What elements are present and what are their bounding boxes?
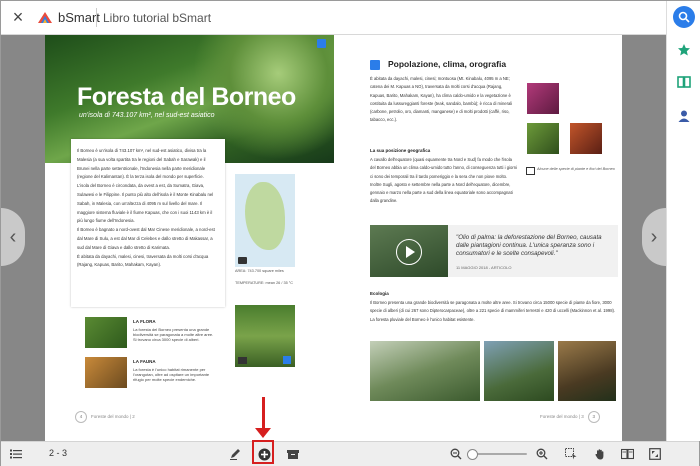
annotation-arrow-head bbox=[255, 428, 271, 438]
next-page-button[interactable]: › bbox=[642, 208, 666, 266]
resources-button[interactable] bbox=[285, 446, 301, 462]
bsmart-logo bbox=[38, 12, 52, 23]
page-footer: Foreste del mondo | 33 bbox=[540, 411, 600, 423]
flora-item: LA FLORA La foresta del Borneo presenta … bbox=[71, 317, 225, 357]
page-number: 3 bbox=[587, 411, 600, 423]
paragraph: L'isola del Borneo è circondata, da oves… bbox=[77, 183, 214, 224]
favorites-button[interactable] bbox=[673, 39, 695, 61]
pen-button[interactable] bbox=[227, 446, 243, 462]
previous-page-button[interactable]: ‹ bbox=[1, 208, 25, 266]
zoom-in-button[interactable] bbox=[534, 446, 550, 462]
intro-text-box: Il Borneo è un'isola di 743.107 km², nel… bbox=[71, 139, 225, 307]
annotation-arrow bbox=[262, 397, 265, 431]
chevron-left-icon: ‹ bbox=[9, 225, 17, 248]
book-title: Libro tutorial bSmart bbox=[103, 11, 212, 25]
left-page: Foresta del Borneo un'isola di 743.107 k… bbox=[45, 35, 334, 441]
right-page: Popolazione, clima, orografia È abitata … bbox=[334, 35, 622, 441]
fauna-image bbox=[85, 357, 127, 388]
quote-text: "Olio di palma: la deforestazione del Bo… bbox=[456, 234, 602, 258]
subheading-geography: La sua posizione geografica bbox=[370, 148, 431, 153]
annotation-highlight bbox=[252, 440, 274, 464]
zoom-in-icon bbox=[536, 448, 548, 460]
page-footer: 4 Foreste del mondo | 2 bbox=[75, 411, 135, 423]
quote-date: 11 MAGGIO 2018 - ARTICOLO bbox=[456, 265, 512, 270]
top-bar: × bSmart Libro tutorial bSmart bbox=[1, 1, 666, 35]
star-icon bbox=[678, 44, 690, 56]
close-icon[interactable]: × bbox=[9, 8, 27, 26]
paragraph: Il Borneo è un'isola di 743.107 km², nel… bbox=[77, 148, 207, 180]
flora-fauna-section: LA FLORA La foresta del Borneo presenta … bbox=[71, 317, 225, 397]
page-number: 4 bbox=[75, 411, 87, 423]
paragraph: È abitata da dayachi, malesi, cinesi, tr… bbox=[77, 253, 209, 268]
pan-tool-button[interactable] bbox=[592, 446, 608, 462]
flora-image bbox=[85, 317, 127, 348]
flower-caption: Alcune delle specie di piante e fiori de… bbox=[537, 167, 615, 171]
play-icon[interactable] bbox=[396, 239, 422, 265]
flora-title: LA FLORA bbox=[133, 319, 156, 324]
section-heading: Popolazione, clima, orografia bbox=[388, 59, 507, 69]
borneo-map[interactable] bbox=[235, 174, 295, 267]
select-tool-button[interactable] bbox=[563, 446, 579, 462]
page-view-button[interactable] bbox=[619, 446, 635, 462]
divider bbox=[96, 8, 97, 27]
profile-button[interactable] bbox=[673, 105, 695, 127]
brand-name: bSmart bbox=[58, 10, 100, 25]
right-rail bbox=[666, 1, 700, 441]
gallery-icon bbox=[238, 357, 247, 364]
intro-paragraph: È abitata da dayachi, malesi, cinesi; mo… bbox=[370, 76, 513, 123]
subheading-ecology: Ecologia bbox=[370, 291, 389, 296]
list-icon bbox=[10, 449, 22, 459]
toc-button[interactable] bbox=[8, 446, 24, 462]
zoom-slider-handle[interactable] bbox=[467, 449, 478, 460]
resource-icon[interactable] bbox=[370, 60, 380, 70]
map-caption-area: AREA: 743.700 square miles bbox=[235, 269, 284, 273]
gallery-icon bbox=[238, 257, 247, 264]
zoom-out-button[interactable] bbox=[448, 446, 464, 462]
resource-icon[interactable] bbox=[317, 39, 326, 48]
paragraph: Il Borneo è bagnato a nord-ovest dal Mar… bbox=[77, 227, 215, 250]
footer-text: Foreste del mondo | 3 bbox=[540, 414, 584, 419]
footer-text: Foreste del mondo | 2 bbox=[91, 414, 135, 419]
search-button[interactable] bbox=[673, 6, 695, 28]
book-icon bbox=[677, 76, 691, 88]
plant-image[interactable] bbox=[527, 123, 559, 154]
flora-text: La foresta del Borneo presenta una grand… bbox=[133, 327, 214, 342]
search-icon bbox=[678, 11, 690, 23]
map-caption-temperature: TEMPERATURE: mean 26 / 35 °C bbox=[235, 281, 293, 285]
book-view-icon bbox=[620, 448, 634, 460]
fullscreen-icon bbox=[649, 448, 661, 460]
bottom-toolbar: 2 - 3 bbox=[1, 441, 699, 466]
tarsier-photo[interactable] bbox=[558, 341, 616, 401]
ecology-paragraph: Il Borneo presenta una grande biodiversi… bbox=[370, 300, 616, 322]
forest-photo[interactable] bbox=[484, 341, 554, 401]
gallery-icon bbox=[526, 167, 535, 175]
fauna-item: LA FAUNA La foresta è l'unico habitat ri… bbox=[71, 357, 225, 397]
book-viewer: ‹ › Foresta del Borneo un'isola di 743.1… bbox=[1, 35, 666, 441]
pen-icon bbox=[230, 449, 240, 460]
library-button[interactable] bbox=[673, 71, 695, 93]
flower-image[interactable] bbox=[570, 123, 602, 154]
geography-paragraph: A cavallo dell'equatore (quasi equamente… bbox=[370, 157, 517, 204]
flower-image[interactable] bbox=[527, 83, 559, 114]
select-icon bbox=[565, 448, 577, 460]
page-title: Foresta del Borneo bbox=[77, 83, 296, 111]
fullscreen-button[interactable] bbox=[647, 446, 663, 462]
box-icon bbox=[287, 450, 299, 459]
hand-icon bbox=[595, 449, 604, 460]
page-subtitle: un'isola di 743.107 km², nel sud-est asi… bbox=[79, 112, 215, 119]
page-indicator[interactable]: 2 - 3 bbox=[49, 448, 67, 458]
chevron-right-icon: › bbox=[650, 225, 658, 248]
user-icon bbox=[678, 110, 690, 122]
fauna-text: La foresta è l'unico habitat rimanente p… bbox=[133, 367, 210, 382]
zoom-out-icon bbox=[450, 448, 462, 460]
forest-photo[interactable] bbox=[370, 341, 480, 401]
video-thumbnail[interactable] bbox=[370, 225, 448, 277]
quote-card[interactable]: "Olio di palma: la deforestazione del Bo… bbox=[448, 225, 618, 277]
canopy-bridge-image[interactable] bbox=[235, 305, 295, 367]
resource-icon[interactable] bbox=[283, 356, 291, 364]
fauna-title: LA FAUNA bbox=[133, 359, 156, 364]
